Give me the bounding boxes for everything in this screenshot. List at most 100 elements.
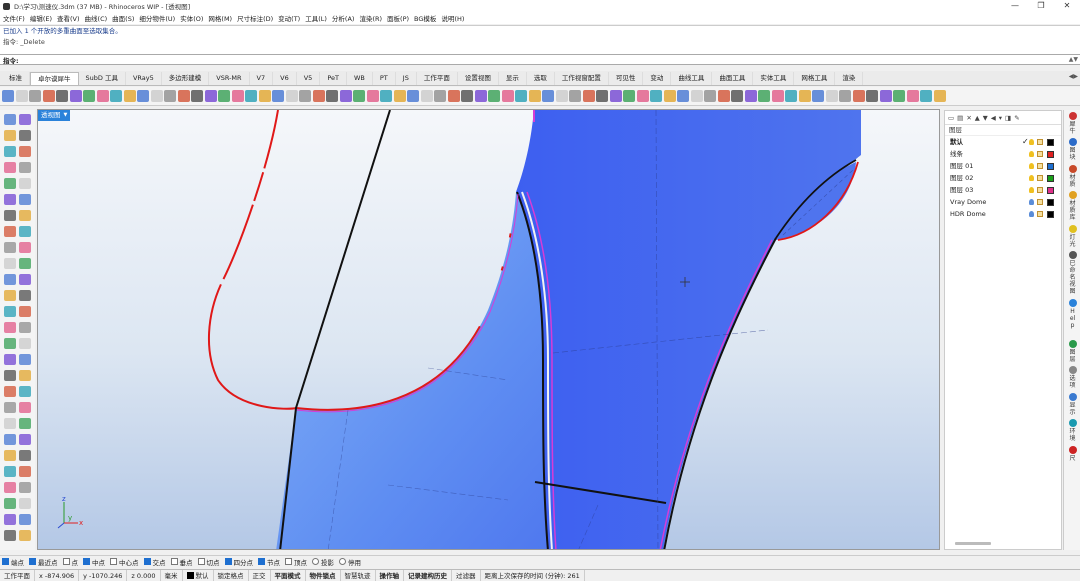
toolbar-tool-icon[interactable] bbox=[366, 90, 379, 102]
osnap-toggle[interactable]: 停用 bbox=[339, 557, 361, 567]
side-tab[interactable]: 尺 bbox=[1065, 445, 1080, 462]
toolbox-tool-icon[interactable] bbox=[19, 242, 31, 253]
toolbox-tool-icon[interactable] bbox=[4, 306, 16, 317]
tab-v7[interactable]: V7 bbox=[250, 72, 274, 85]
toolbar-tool-icon[interactable] bbox=[285, 90, 298, 102]
visibility-bulb-icon[interactable] bbox=[1029, 187, 1034, 193]
toolbox-tool-icon[interactable] bbox=[19, 386, 31, 397]
toolbar-tool-icon[interactable] bbox=[110, 90, 122, 102]
toolbox-tool-icon[interactable] bbox=[4, 114, 16, 125]
toolbar-tool-icon[interactable] bbox=[2, 90, 14, 102]
toolbar-tool-icon[interactable] bbox=[596, 90, 608, 102]
toolbox-tool-icon[interactable] bbox=[19, 514, 31, 525]
toolbar-tool-icon[interactable] bbox=[515, 90, 527, 102]
toolbar-tool-icon[interactable] bbox=[893, 90, 905, 102]
toolbar-tool-icon[interactable] bbox=[447, 90, 460, 102]
menu-edit[interactable]: 编辑(E) bbox=[30, 13, 52, 23]
toolbar-tool-icon[interactable] bbox=[272, 90, 284, 102]
menu-bg-template[interactable]: BG模板 bbox=[414, 13, 436, 23]
visibility-bulb-icon[interactable] bbox=[1029, 211, 1034, 217]
checkbox-icon[interactable] bbox=[312, 558, 319, 565]
toolbox-tool-icon[interactable] bbox=[19, 482, 31, 493]
close-button[interactable]: ✕ bbox=[1054, 0, 1080, 12]
tab-vray5[interactable]: VRay5 bbox=[126, 72, 162, 85]
side-tab[interactable]: 灯光 bbox=[1065, 224, 1080, 248]
toolbar-tool-icon[interactable] bbox=[15, 90, 28, 102]
toolbar-tool-icon[interactable] bbox=[96, 90, 109, 102]
tab-viewport-layout[interactable]: 工作视窗配置 bbox=[555, 72, 609, 85]
panel-scrollbar[interactable] bbox=[955, 542, 991, 545]
status-toggle[interactable]: 记录建构历史 bbox=[404, 569, 453, 581]
toolbar-tool-icon[interactable] bbox=[393, 90, 406, 102]
osnap-toggle[interactable]: 节点 bbox=[258, 557, 280, 567]
new-sublayer-icon[interactable]: ▤ bbox=[957, 114, 963, 122]
toolbar-tool-icon[interactable] bbox=[528, 90, 541, 102]
side-tab[interactable]: 犀牛 bbox=[1065, 112, 1080, 135]
toolbox-tool-icon[interactable] bbox=[4, 418, 16, 429]
toolbox-tool-icon[interactable] bbox=[19, 130, 31, 141]
toolbox-tool-icon[interactable] bbox=[4, 178, 16, 189]
checkbox-icon[interactable] bbox=[197, 558, 205, 565]
osnap-toggle[interactable]: 交点 bbox=[143, 557, 166, 567]
toolbar-tool-icon[interactable] bbox=[650, 90, 662, 102]
toolbox-tool-icon[interactable] bbox=[19, 434, 31, 445]
toolbar-tool-icon[interactable] bbox=[231, 90, 244, 102]
toolbar-tool-icon[interactable] bbox=[164, 90, 176, 102]
status-units[interactable]: 毫米 bbox=[161, 569, 183, 581]
toolbar-tool-icon[interactable] bbox=[785, 90, 797, 102]
toolbox-tool-icon[interactable] bbox=[19, 290, 31, 301]
toolbox-tool-icon[interactable] bbox=[19, 258, 31, 269]
toolbar-tool-icon[interactable] bbox=[839, 90, 851, 102]
toolbar-tool-icon[interactable] bbox=[353, 90, 365, 102]
tab-visibility[interactable]: 可见性 bbox=[609, 72, 644, 85]
toolbar-tool-icon[interactable] bbox=[420, 90, 433, 102]
menu-help[interactable]: 说明(H) bbox=[441, 13, 464, 23]
toolbar-tool-icon[interactable] bbox=[191, 90, 203, 102]
toolbox-tool-icon[interactable] bbox=[19, 370, 31, 381]
toolbar-tool-icon[interactable] bbox=[933, 90, 946, 102]
toolbar-tool-icon[interactable] bbox=[83, 90, 95, 102]
toolbox-tool-icon[interactable] bbox=[19, 402, 31, 413]
toolbar-tool-icon[interactable] bbox=[920, 90, 932, 102]
toolbar-tool-icon[interactable] bbox=[866, 90, 878, 102]
osnap-toggle[interactable]: 点 bbox=[62, 557, 78, 567]
layer-color-swatch[interactable] bbox=[1047, 139, 1054, 146]
toolbox-tool-icon[interactable] bbox=[4, 338, 16, 349]
command-prompt[interactable]: 指令: ▲▼ bbox=[0, 54, 1080, 65]
menu-file[interactable]: 文件(F) bbox=[3, 13, 25, 23]
lock-icon[interactable] bbox=[1037, 187, 1043, 193]
toolbox-tool-icon[interactable] bbox=[4, 514, 16, 525]
menu-tools[interactable]: 工具(L) bbox=[305, 13, 327, 23]
checkbox-icon[interactable] bbox=[339, 558, 346, 565]
side-tab[interactable]: 图块 bbox=[1065, 138, 1080, 161]
layer-row[interactable]: 默认 ✓ bbox=[945, 136, 1061, 148]
toolbox-tool-icon[interactable] bbox=[19, 274, 31, 285]
toolbar-tool-icon[interactable] bbox=[690, 90, 703, 102]
current-layer-check-icon[interactable]: ✓ bbox=[1022, 136, 1029, 148]
status-toggle[interactable]: 锁定格点 bbox=[214, 569, 249, 581]
toolbar-tool-icon[interactable] bbox=[663, 90, 676, 102]
status-toggle[interactable]: 智慧轨迹 bbox=[341, 569, 376, 581]
tab-pt[interactable]: PT bbox=[373, 72, 396, 85]
toolbar-tool-icon[interactable] bbox=[501, 90, 514, 102]
osnap-toggle[interactable]: 端点 bbox=[2, 557, 24, 567]
status-cplane[interactable]: 工作平面 bbox=[0, 569, 35, 581]
checkbox-icon[interactable] bbox=[143, 558, 151, 565]
menu-mesh[interactable]: 网格(M) bbox=[208, 13, 232, 23]
toolbar-tool-icon[interactable] bbox=[623, 90, 635, 102]
toolbar-tool-icon[interactable] bbox=[434, 90, 446, 102]
osnap-toggle[interactable]: 中点 bbox=[83, 557, 105, 567]
checkbox-icon[interactable] bbox=[110, 558, 117, 565]
toolbox-tool-icon[interactable] bbox=[19, 354, 31, 365]
menu-dimension[interactable]: 尺寸标注(D) bbox=[237, 13, 273, 23]
toolbox-tool-icon[interactable] bbox=[4, 290, 16, 301]
side-tab[interactable]: 材质库 bbox=[1065, 191, 1080, 221]
toolbox-tool-icon[interactable] bbox=[4, 466, 16, 477]
side-tab[interactable]: 已命名视图 bbox=[1065, 251, 1080, 295]
toolbar-tool-icon[interactable] bbox=[906, 90, 919, 102]
toolbar-tool-icon[interactable] bbox=[798, 90, 811, 102]
tab-solid-tools[interactable]: 实体工具 bbox=[753, 72, 795, 85]
toolbox-tool-icon[interactable] bbox=[4, 386, 16, 397]
toolbox-tool-icon[interactable] bbox=[4, 530, 16, 541]
toolbox-tool-icon[interactable] bbox=[19, 466, 31, 477]
